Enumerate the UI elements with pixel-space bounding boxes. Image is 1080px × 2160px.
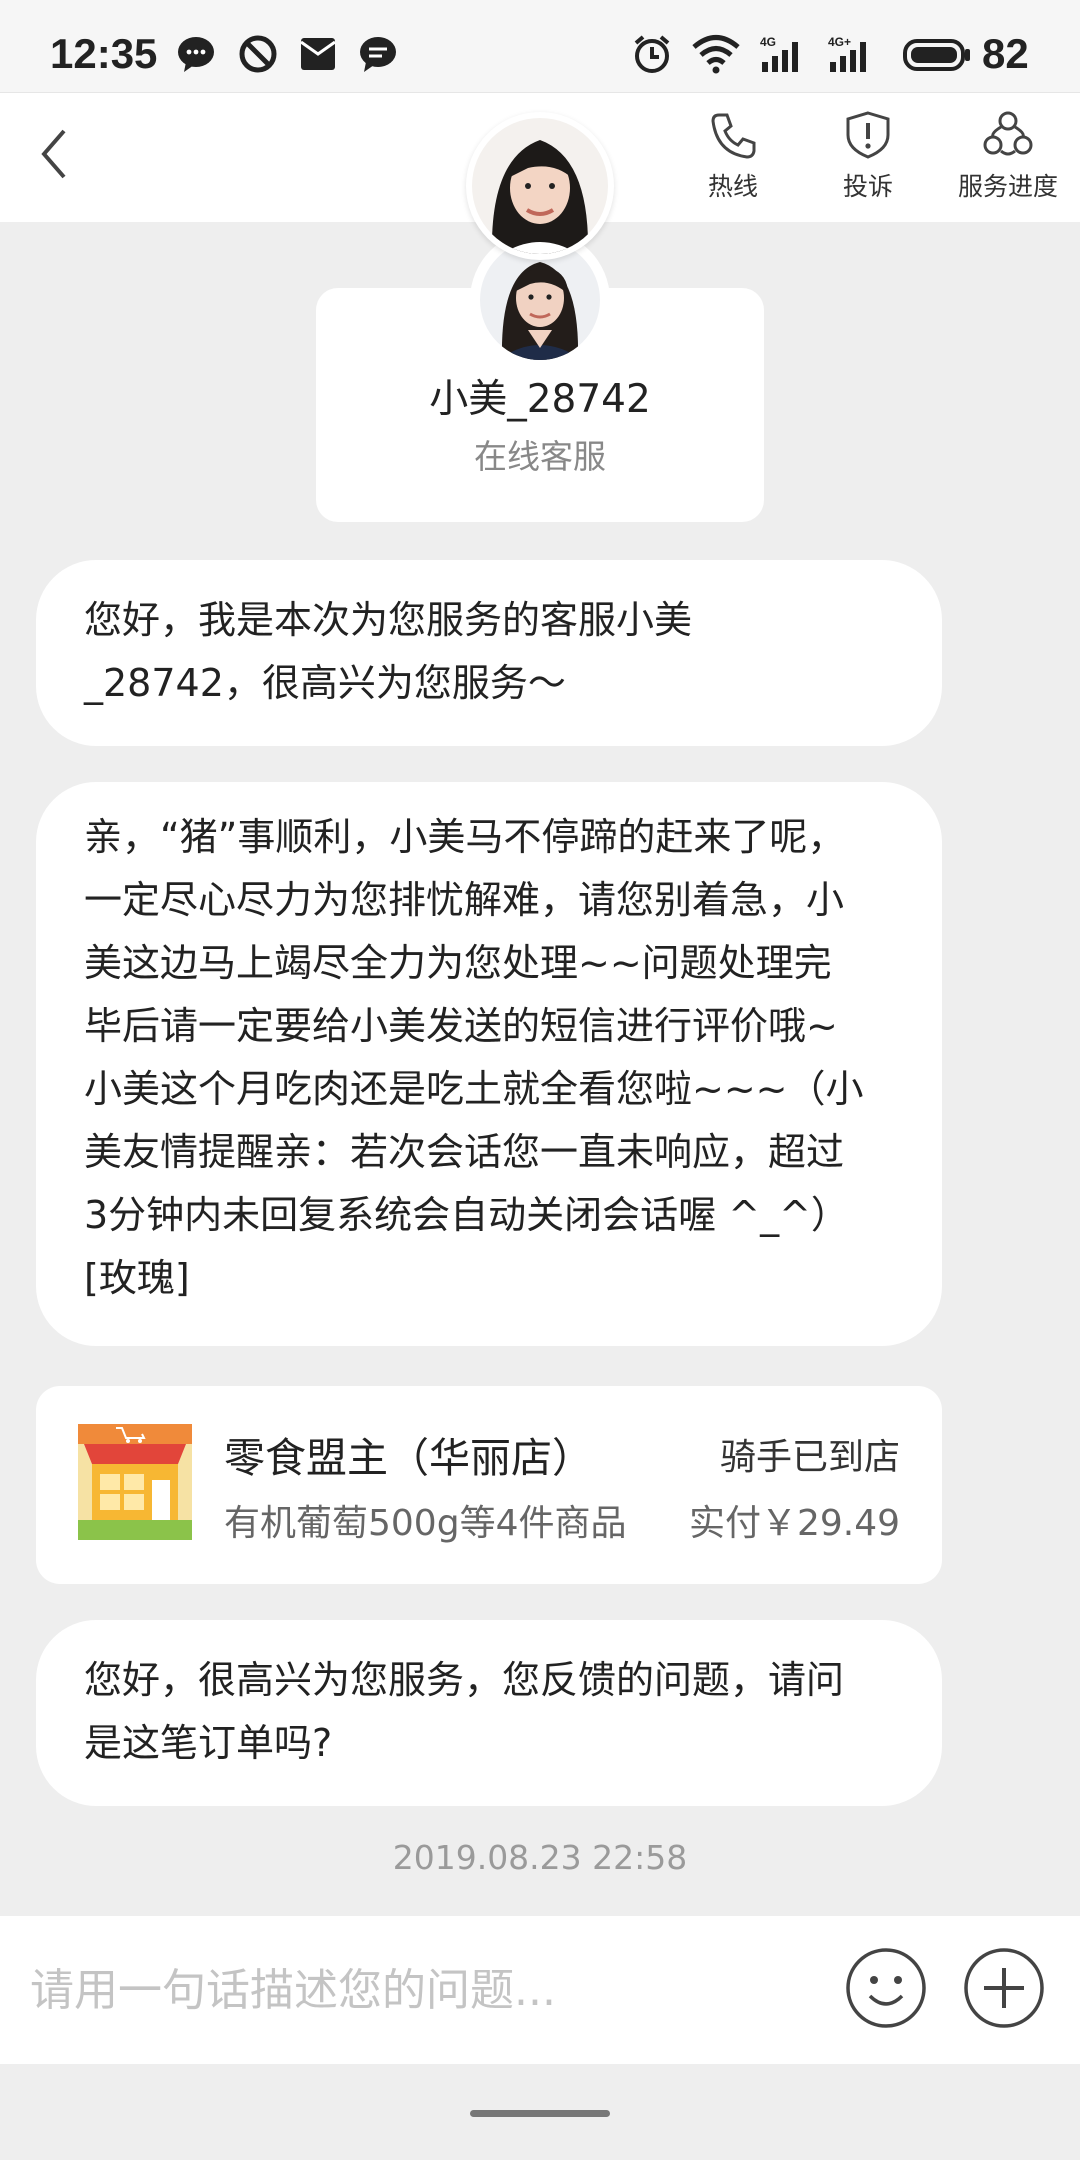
shield-alert-icon <box>846 111 890 159</box>
message-timestamp: 2019.08.23 22:58 <box>392 1838 688 1877</box>
service-progress-button[interactable]: 服务进度 <box>938 109 1078 209</box>
battery-icon <box>903 39 970 71</box>
agent-role: 在线客服 <box>474 437 606 476</box>
agent-message-greeting: 您好，我是本次为您服务的客服小美 _28742，很高兴为您服务～ <box>36 560 942 746</box>
agent-name: 小美_28742 <box>429 377 651 422</box>
message-line: 亲，“猪”事顺利，小美马不停蹄的赶来了呢， <box>84 815 846 859</box>
message-line: 是这笔订单吗? <box>84 1721 333 1765</box>
avatar <box>472 118 608 254</box>
status-bar: 12:35 4G 4G+ 82 <box>0 0 1080 92</box>
signal-4g-plus-icon: 4G+ <box>828 35 866 72</box>
block-icon <box>239 35 277 73</box>
signal-4g-icon: 4G <box>760 35 798 72</box>
chat-bubble-icon <box>178 37 214 72</box>
order-items: 有机葡萄500g等4件商品 <box>224 1503 627 1544</box>
phone-icon <box>711 113 756 159</box>
home-bar <box>0 2064 1080 2160</box>
status-time: 12:35 <box>50 30 158 77</box>
store-thumbnail <box>78 1424 192 1540</box>
message-line: 3分钟内未回复系统会自动关闭会话喔 ^_^） <box>84 1193 849 1237</box>
complaint-label: 投诉 <box>842 172 893 201</box>
message-line: [玫瑰] <box>84 1256 190 1300</box>
input-bar <box>0 1916 1080 2064</box>
order-status: 骑手已到店 <box>719 1437 900 1478</box>
network-label-2: 4G+ <box>828 35 851 49</box>
message-line: _28742，很高兴为您服务～ <box>84 661 566 705</box>
message-line: 您好，很高兴为您服务，您反馈的问题，请问 <box>84 1658 845 1702</box>
home-indicator[interactable] <box>470 2110 610 2117</box>
message-line: 毕后请一定要给小美发送的短信进行评价哦~ <box>84 1004 838 1048</box>
message-line: 一定尽心尽力为您排忧解难，请您别着急，小 <box>84 878 845 922</box>
order-paid-amount: 实付￥29.49 <box>688 1503 900 1544</box>
agent-message-welcome: 亲，“猪”事顺利，小美马不停蹄的赶来了呢， 一定尽心尽力为您排忧解难，请您别着急… <box>36 782 942 1346</box>
progress-icon <box>983 111 1033 156</box>
order-card[interactable]: 零食盟主（华丽店） 有机葡萄500g等4件商品 骑手已到店 实付￥29.49 <box>36 1386 942 1584</box>
mail-icon <box>300 38 336 70</box>
network-label-1: 4G <box>760 35 776 49</box>
message-icon <box>360 37 396 72</box>
plus-icon[interactable] <box>962 1946 1046 2030</box>
message-input[interactable] <box>30 1950 810 2030</box>
message-line: 美友情提醒亲：若次会话您一直未响应，超过 <box>84 1130 845 1174</box>
hotline-label: 热线 <box>707 172 758 201</box>
message-line: 小美这个月吃肉还是吃土就全看您啦~~~（小 <box>84 1067 864 1111</box>
agent-avatar-header <box>466 112 614 260</box>
agent-message-confirm-order: 您好，很高兴为您服务，您反馈的问题，请问 是这笔订单吗? <box>36 1620 942 1806</box>
battery-percent: 82 <box>982 30 1029 77</box>
service-progress-label: 服务进度 <box>957 172 1058 201</box>
chevron-left-icon[interactable] <box>30 119 90 189</box>
order-store-name: 零食盟主（华丽店） <box>224 1434 593 1482</box>
alarm-icon <box>634 35 670 73</box>
complaint-button[interactable]: 投诉 <box>798 109 938 209</box>
emoji-icon[interactable] <box>844 1946 928 2030</box>
wifi-icon <box>692 35 740 74</box>
hotline-button[interactable]: 热线 <box>663 109 803 209</box>
message-line: 美这边马上竭尽全力为您处理~~问题处理完 <box>84 941 832 985</box>
message-line: 您好，我是本次为您服务的客服小美 <box>84 598 693 642</box>
